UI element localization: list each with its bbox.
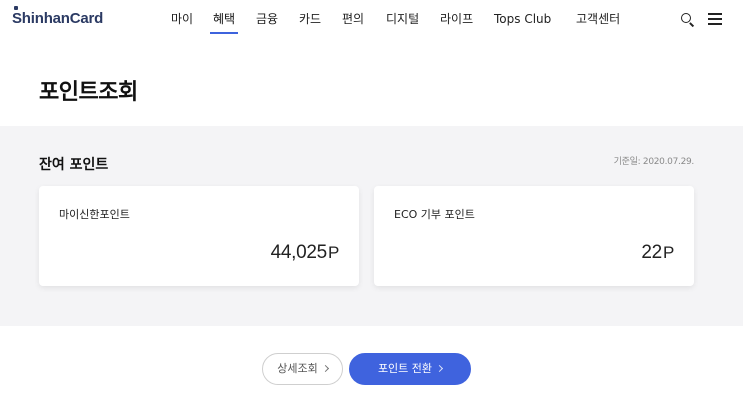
base-date: 기준일: 2020.07.29. xyxy=(613,157,695,167)
detail-inquiry-label: 상세조회 xyxy=(277,362,318,375)
my-shinhan-point-card: 마이신한포인트 44,025P xyxy=(39,186,359,286)
balance-section-title: 잔여 포인트 xyxy=(39,157,109,173)
point-amount: 44,025 xyxy=(270,242,328,263)
point-convert-button[interactable]: 포인트 전환 xyxy=(349,353,471,385)
nav-item-card[interactable]: 카드 xyxy=(299,11,321,27)
nav-item-benefits[interactable]: 혜택 xyxy=(213,11,235,27)
point-value: 22P xyxy=(641,242,674,264)
nav-item-digital[interactable]: 디지털 xyxy=(386,11,419,27)
chevron-right-icon xyxy=(436,364,444,373)
eco-donation-point-card: ECO 기부 포인트 22P xyxy=(374,186,694,286)
chevron-right-icon xyxy=(321,364,329,373)
active-nav-underline xyxy=(210,32,238,34)
point-convert-label: 포인트 전환 xyxy=(377,362,433,375)
point-unit: P xyxy=(662,243,674,262)
card-label: ECO 기부 포인트 xyxy=(394,208,475,221)
menu-icon[interactable] xyxy=(706,10,724,28)
detail-inquiry-button[interactable]: 상세조회 xyxy=(262,353,343,385)
logo-text: ShinhanCard xyxy=(12,10,104,27)
nav-item-finance[interactable]: 금융 xyxy=(256,11,278,27)
point-value: 44,025P xyxy=(270,242,340,264)
point-unit: P xyxy=(327,243,339,262)
page-title: 포인트조회 xyxy=(39,80,138,105)
nav-item-customer-center[interactable]: 고객센터 xyxy=(576,11,620,27)
nav-item-tops-club[interactable]: Tops Club xyxy=(494,11,551,27)
shinhan-card-logo[interactable]: ShinhanCard xyxy=(12,6,104,27)
search-icon[interactable] xyxy=(678,10,696,28)
nav-item-life[interactable]: 라이프 xyxy=(440,11,473,27)
logo-dot-mark xyxy=(14,6,18,10)
card-label: 마이신한포인트 xyxy=(59,208,130,221)
nav-item-convenience[interactable]: 편의 xyxy=(342,11,364,27)
top-header: ShinhanCard 마이 혜택 금융 카드 편의 디지털 라이프 Tops … xyxy=(0,0,743,40)
nav-item-my[interactable]: 마이 xyxy=(171,11,193,27)
point-amount: 22 xyxy=(641,242,662,263)
